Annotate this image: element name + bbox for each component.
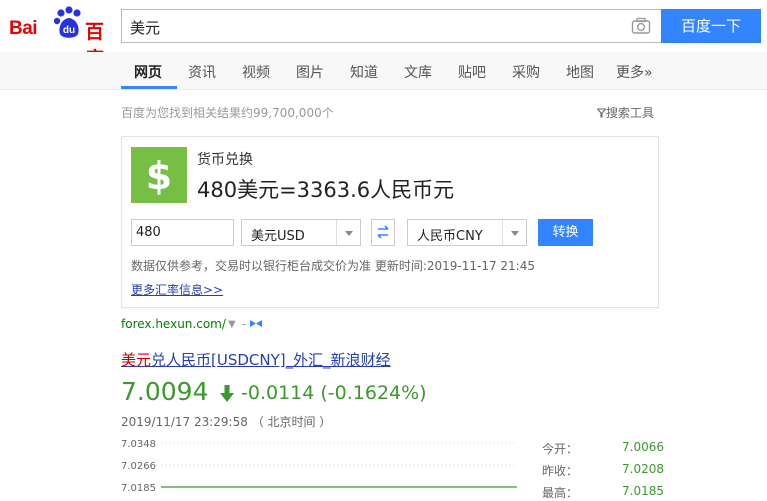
converter-title: 货币兑换	[197, 152, 253, 168]
tab-more[interactable]: 更多»	[616, 62, 653, 82]
search-query: 美元	[130, 19, 161, 37]
bow-icon[interactable]	[249, 319, 263, 328]
search-input[interactable]: 美元	[121, 9, 661, 43]
source-url[interactable]: forex.hexun.com/ ▼ -	[121, 317, 262, 331]
stat-label: 最高：	[542, 486, 579, 500]
swap-icon	[377, 225, 389, 239]
header: Bai du 百度 美元 百度一下	[0, 0, 767, 70]
logo-text-latin: Bai	[9, 18, 38, 39]
tab-video[interactable]: 视频	[242, 62, 270, 82]
current-price: 7.0094	[121, 377, 209, 406]
result-title-rest: 兑人民币[USDCNY]_外汇_新浪财经	[151, 351, 391, 369]
dollar-symbol: $	[146, 154, 172, 198]
to-currency-select[interactable]: 人民币CNY	[407, 219, 527, 246]
tab-zhidao[interactable]: 知道	[350, 62, 378, 82]
result-count: 百度为您找到相关结果约99,700,000个	[121, 106, 334, 120]
to-currency-value: 人民币CNY	[417, 229, 483, 244]
filter-icon	[596, 108, 607, 118]
stat-value: 7.0208	[622, 462, 664, 476]
dollar-icon: $	[146, 154, 172, 198]
from-currency-value: 美元USD	[251, 229, 305, 244]
chevron-down-icon	[502, 220, 526, 245]
camera-icon[interactable]	[631, 17, 651, 35]
more-rates-link[interactable]: 更多汇率信息>>	[131, 281, 223, 298]
tab-web[interactable]: 网页	[134, 62, 162, 82]
currency-converter-card: $ 货币兑换 480美元=3363.6人民币元 480 美元USD 人民币CNY…	[121, 136, 659, 308]
convert-button[interactable]: 转换	[538, 219, 593, 246]
stat-high: 最高： 7.0185	[542, 484, 664, 501]
baidu-logo[interactable]: Bai du 百度	[9, 4, 114, 70]
dollar-badge: $	[131, 147, 187, 203]
source-dropdown-icon[interactable]: ▼	[228, 319, 236, 330]
stat-value: 7.0185	[622, 484, 664, 498]
y-tick-label: 7.0185	[121, 483, 156, 494]
stat-label: 今开：	[542, 442, 579, 456]
from-currency-select[interactable]: 美元USD	[241, 219, 361, 246]
chevron-down-icon	[336, 220, 360, 245]
tab-news[interactable]: 资讯	[188, 62, 216, 82]
swap-currency-button[interactable]	[371, 219, 395, 246]
search-tools-button[interactable]: 搜索工具	[596, 104, 655, 121]
price-change: -0.0114 (-0.1624%)	[241, 382, 427, 404]
tab-tieba[interactable]: 贴吧	[458, 62, 486, 82]
tab-images[interactable]: 图片	[296, 62, 324, 82]
stat-open: 今开： 7.0066	[542, 440, 664, 460]
result-title-highlight: 美元	[121, 351, 152, 369]
tab-map[interactable]: 地图	[566, 62, 594, 82]
tab-purchase[interactable]: 采购	[512, 62, 540, 82]
logo-text-du: du	[63, 25, 75, 36]
source-url-text: forex.hexun.com/	[121, 317, 226, 331]
arrow-down-icon	[220, 385, 234, 402]
quote-timestamp: 2019/11/17 23:29:58 （ 北京时间 ）	[121, 415, 332, 429]
search-tools-label: 搜索工具	[606, 106, 655, 120]
stat-value: 7.0066	[622, 440, 664, 454]
stat-label: 昨收：	[542, 464, 579, 478]
search-button[interactable]: 百度一下	[661, 9, 761, 43]
y-tick-label: 7.0266	[121, 461, 156, 472]
source-dash: -	[242, 317, 247, 331]
search-tabs: 网页 资讯 视频 图片 知道 文库 贴吧 采购 地图 更多»	[0, 52, 767, 90]
y-tick-label: 7.0348	[121, 439, 156, 450]
stat-prev-close: 昨收： 7.0208	[542, 462, 664, 482]
tab-wenku[interactable]: 文库	[404, 62, 432, 82]
active-tab-indicator	[121, 86, 177, 89]
update-note: 数据仅供参考，交易时以银行柜台成交价为准 更新时间:2019-11-17 21:…	[131, 259, 535, 273]
amount-input[interactable]: 480	[131, 219, 234, 246]
price-chart: 7.0348 7.0266 7.0185	[121, 439, 517, 494]
paw-logo-icon: du	[53, 6, 81, 38]
conversion-result: 480美元=3363.6人民币元	[197, 178, 455, 202]
result-title-link[interactable]: 美元兑人民币[USDCNY]_外汇_新浪财经	[121, 349, 391, 370]
